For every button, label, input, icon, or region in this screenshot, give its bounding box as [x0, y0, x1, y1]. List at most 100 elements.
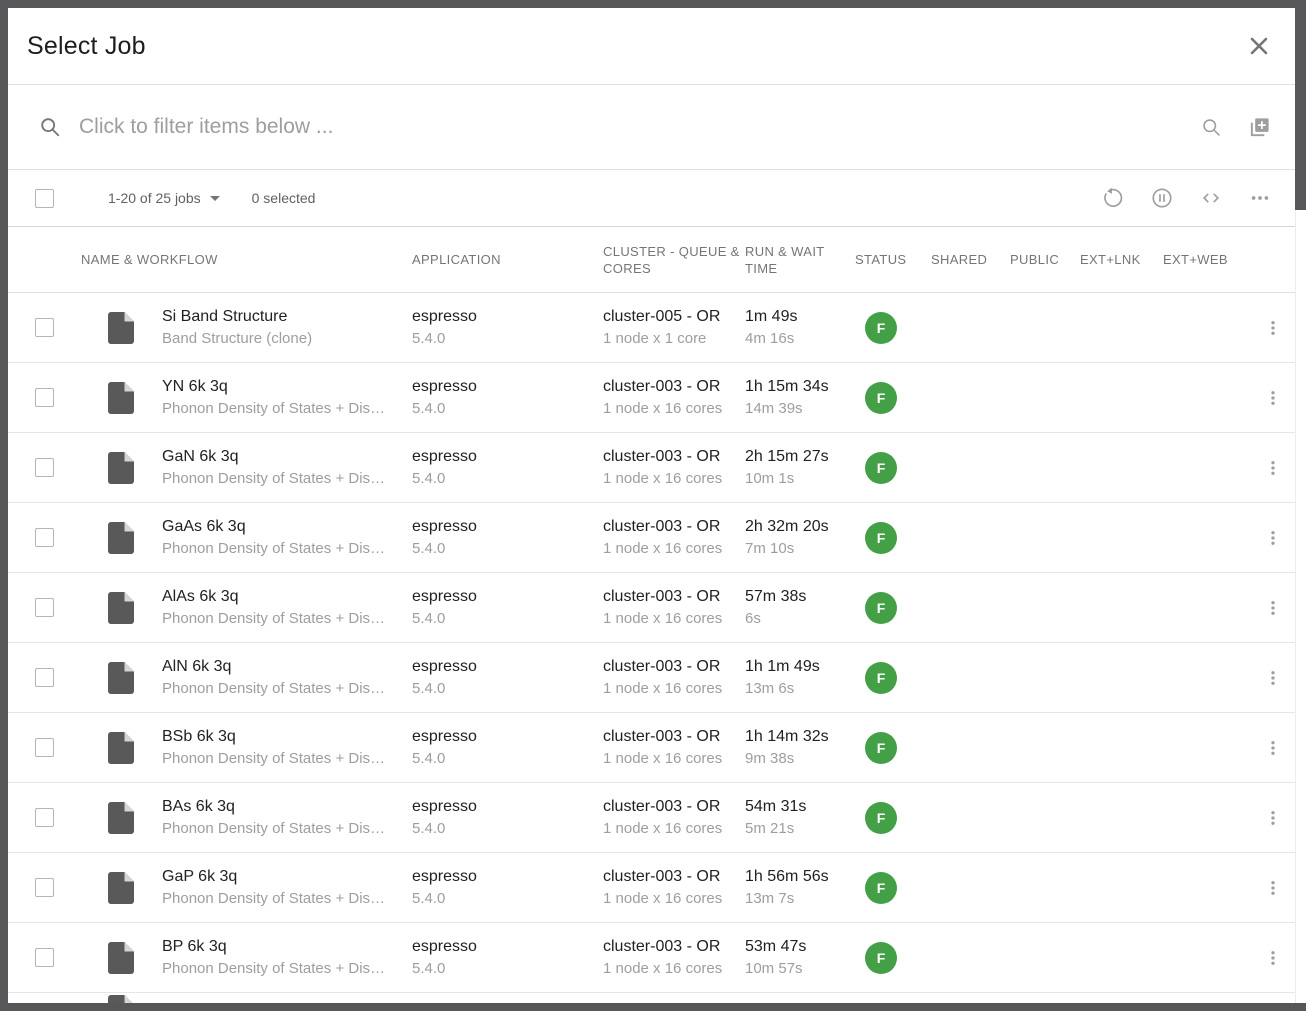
table-body: Si Band Structure Band Structure (clone)…	[8, 293, 1295, 1003]
status-badge: F	[865, 662, 897, 694]
table-row[interactable]: GaP 6k 3q Phonon Density of States + Dis…	[8, 853, 1295, 923]
select-job-dialog: Select Job 1-20 of 25 jobs	[8, 8, 1295, 1003]
code-icon[interactable]	[1200, 187, 1222, 209]
status-badge: F	[865, 522, 897, 554]
row-checkbox[interactable]	[35, 878, 54, 897]
more-vertical-icon[interactable]	[1264, 739, 1282, 757]
job-cluster-queue: cluster-005 - OR	[603, 306, 735, 328]
job-application: espresso	[412, 446, 593, 468]
job-run-time: 1h 56m 56s	[745, 866, 845, 888]
job-cores: 1 node x 1 core	[603, 328, 735, 350]
table-row[interactable]: AlAs 6k 3q Phonon Density of States + Di…	[8, 573, 1295, 643]
row-checkbox[interactable]	[35, 598, 54, 617]
job-workflow: Phonon Density of States + Dis…	[162, 468, 394, 490]
job-cores: 1 node x 16 cores	[603, 608, 735, 630]
row-checkbox[interactable]	[35, 388, 54, 407]
status-badge: F	[865, 312, 897, 344]
job-cluster-queue: cluster-003 - OR	[603, 866, 735, 888]
job-cluster-queue: cluster-003 - OR	[603, 796, 735, 818]
more-vertical-icon[interactable]	[1264, 319, 1282, 337]
table-row[interactable]: BAs 6k 3q Phonon Density of States + Dis…	[8, 783, 1295, 853]
job-wait-time: 9m 38s	[745, 748, 845, 770]
job-cluster-queue: cluster-003 - OR	[603, 656, 735, 678]
table-row[interactable]: BP 6k 3q Phonon Density of States + Dis……	[8, 923, 1295, 993]
more-vertical-icon[interactable]	[1264, 669, 1282, 687]
job-cluster-queue: cluster-003 - OR	[603, 376, 735, 398]
row-checkbox[interactable]	[35, 528, 54, 547]
column-header-run-wait-time: RUN & WAIT TIME	[745, 243, 855, 277]
job-application: espresso	[412, 796, 593, 818]
job-wait-time: 14m 39s	[745, 398, 845, 420]
more-horizontal-icon[interactable]	[1249, 187, 1271, 209]
library-add-icon[interactable]	[1248, 116, 1271, 139]
filter-input[interactable]	[79, 115, 1185, 139]
table-row[interactable]: AlN 6k 3q Phonon Density of States + Dis…	[8, 643, 1295, 713]
table-row[interactable]: YN 6k 3q Phonon Density of States + Dis……	[8, 363, 1295, 433]
filter-bar	[8, 85, 1295, 170]
document-icon	[108, 452, 162, 484]
job-application-version: 5.4.0	[412, 958, 593, 980]
column-header-name-workflow: NAME & WORKFLOW	[81, 251, 412, 268]
column-header-ext-lnk: EXT+LNK	[1080, 251, 1163, 268]
job-workflow: Phonon Density of States + Dis…	[162, 678, 394, 700]
table-row[interactable]: GaN 6k 3q Phonon Density of States + Dis…	[8, 433, 1295, 503]
job-name: GaN 6k 3q	[162, 446, 402, 468]
job-name: YN 6k 3q	[162, 376, 402, 398]
job-run-time: 57m 38s	[745, 586, 845, 608]
table-row[interactable]: Si Band Structure Band Structure (clone)…	[8, 293, 1295, 363]
column-header-application: APPLICATION	[412, 251, 603, 268]
status-badge: F	[865, 382, 897, 414]
job-workflow: Band Structure (clone)	[162, 328, 394, 350]
pagination-dropdown[interactable]: 1-20 of 25 jobs	[108, 190, 220, 206]
row-checkbox[interactable]	[35, 738, 54, 757]
job-application-version: 5.4.0	[412, 888, 593, 910]
pause-circle-icon[interactable]	[1151, 187, 1173, 209]
pagination-label: 1-20 of 25 jobs	[108, 190, 201, 206]
more-vertical-icon[interactable]	[1264, 599, 1282, 617]
more-vertical-icon[interactable]	[1264, 879, 1282, 897]
table-row[interactable]: GaAs 6k 3q Phonon Density of States + Di…	[8, 503, 1295, 573]
more-vertical-icon[interactable]	[1264, 809, 1282, 827]
job-cores: 1 node x 16 cores	[603, 538, 735, 560]
selected-count-label: 0 selected	[252, 190, 316, 206]
more-vertical-icon[interactable]	[1264, 459, 1282, 477]
job-workflow: Phonon Density of States + Dis…	[162, 958, 394, 980]
row-checkbox[interactable]	[35, 318, 54, 337]
more-vertical-icon[interactable]	[1264, 949, 1282, 967]
job-cluster-queue: cluster-003 - OR	[603, 446, 735, 468]
table-row[interactable]: BSb 6k 3q Phonon Density of States + Dis…	[8, 713, 1295, 783]
more-vertical-icon[interactable]	[1264, 529, 1282, 547]
select-all-checkbox[interactable]	[35, 189, 54, 208]
table-header-row: NAME & WORKFLOW APPLICATION CLUSTER - QU…	[8, 227, 1295, 293]
job-run-time: 2h 15m 27s	[745, 446, 845, 468]
row-checkbox[interactable]	[35, 458, 54, 477]
column-header-ext-web: EXT+WEB	[1163, 251, 1251, 268]
refresh-icon[interactable]	[1102, 187, 1124, 209]
chevron-down-icon	[210, 196, 220, 201]
more-vertical-icon[interactable]	[1264, 389, 1282, 407]
search-icon	[39, 116, 61, 138]
job-application: espresso	[412, 586, 593, 608]
row-checkbox[interactable]	[35, 668, 54, 687]
job-name: BAs 6k 3q	[162, 796, 402, 818]
column-header-public: PUBLIC	[1010, 251, 1080, 268]
search-icon[interactable]	[1201, 117, 1222, 138]
job-run-time: 54m 31s	[745, 796, 845, 818]
document-icon	[108, 522, 162, 554]
job-application-version: 5.4.0	[412, 468, 593, 490]
document-icon	[108, 312, 162, 344]
column-header-cluster-queue-cores: CLUSTER - QUEUE & CORES	[603, 243, 745, 277]
job-run-time: 1m 49s	[745, 306, 845, 328]
job-workflow: Phonon Density of States + Dis…	[162, 888, 394, 910]
row-checkbox[interactable]	[35, 948, 54, 967]
job-workflow: Phonon Density of States + Dis…	[162, 818, 394, 840]
status-badge: F	[865, 802, 897, 834]
close-icon[interactable]	[1247, 34, 1271, 58]
job-application: espresso	[412, 656, 593, 678]
job-wait-time: 5m 21s	[745, 818, 845, 840]
row-checkbox[interactable]	[35, 808, 54, 827]
job-application-version: 5.4.0	[412, 328, 593, 350]
table-row-partial[interactable]	[8, 993, 1295, 1003]
job-workflow: Phonon Density of States + Dis…	[162, 398, 394, 420]
table-scrollbar[interactable]	[1295, 210, 1306, 1003]
